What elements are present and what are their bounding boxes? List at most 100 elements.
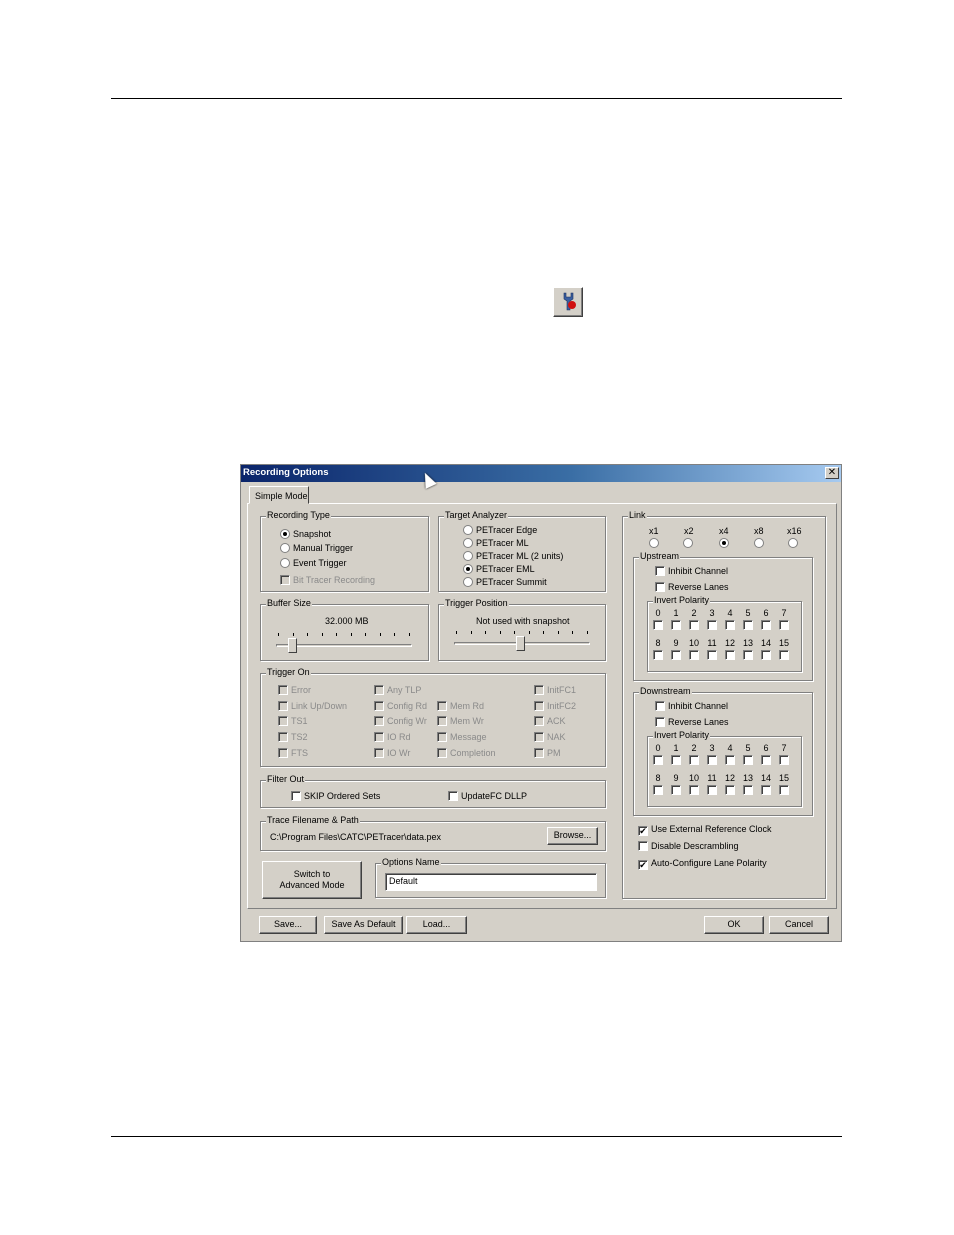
lane-number: 6 [763, 743, 769, 753]
lane-number: 8 [655, 773, 661, 783]
updatefc-dllp-checkbox[interactable]: UpdateFC DLLP [448, 791, 527, 802]
switch-advanced-mode-button[interactable]: Switch to Advanced Mode [262, 861, 362, 899]
cancel-button[interactable]: Cancel [769, 916, 829, 934]
options-name-group: Options Name Default [375, 857, 606, 898]
downstream-lane-4-checkbox[interactable] [725, 755, 735, 765]
lane-number: 10 [688, 638, 699, 648]
upstream-label: Upstream [639, 551, 681, 561]
upstream-lane-7-checkbox[interactable] [779, 620, 789, 630]
title-bar[interactable]: Recording Options ✕ [241, 465, 841, 482]
trigger-link-updown: Link Up/Down [278, 701, 347, 712]
downstream-lane-15-checkbox[interactable] [779, 785, 789, 795]
close-icon[interactable]: ✕ [825, 467, 839, 479]
downstream-lane-14-checkbox[interactable] [761, 785, 771, 795]
radio-manual-trigger[interactable]: Manual Trigger [280, 543, 353, 554]
browse-button[interactable]: Browse... [547, 827, 598, 845]
slider-tick [336, 633, 337, 636]
buffer-size-slider[interactable] [287, 638, 297, 653]
slider-tick [350, 633, 352, 636]
upstream-lane-9-checkbox[interactable] [671, 650, 681, 660]
upstream-inhibit-checkbox[interactable]: Inhibit Channel [655, 566, 728, 577]
upstream-lane-10-checkbox[interactable] [689, 650, 699, 660]
trigger-mem-rd: Mem Rd [437, 701, 484, 712]
options-name-input[interactable]: Default [385, 873, 597, 891]
ext-ref-clock-checkbox[interactable]: ✔ Use External Reference Clock [638, 824, 772, 836]
lane-number: 11 [707, 773, 717, 783]
downstream-lane-0-checkbox[interactable] [653, 755, 663, 765]
slider-tick [456, 631, 457, 634]
downstream-inhibit-checkbox[interactable]: Inhibit Channel [655, 701, 728, 712]
upstream-lane-2-checkbox[interactable] [689, 620, 699, 630]
radio-indicator[interactable] [280, 558, 290, 568]
radio-link-x1[interactable] [649, 538, 659, 548]
slider-tick [292, 633, 294, 636]
radio-petracer-summit[interactable]: PETracer Summit [463, 577, 547, 588]
radio-link-x16[interactable] [788, 538, 798, 548]
ok-button[interactable]: OK [704, 916, 764, 934]
upstream-lane-15-checkbox[interactable] [779, 650, 789, 660]
trigger-position-note: Not used with snapshot [476, 616, 570, 626]
radio-event-trigger[interactable]: Event Trigger [280, 558, 347, 569]
radio-indicator[interactable] [280, 543, 290, 553]
radio-petracer-ml-2[interactable]: PETracer ML (2 units) [463, 551, 563, 562]
lane-number: 2 [691, 743, 697, 753]
upstream-lane-1-checkbox[interactable] [671, 620, 681, 630]
lane-number: 4 [727, 743, 733, 753]
downstream-lane-2-checkbox[interactable] [689, 755, 699, 765]
target-analyzer-label: Target Analyzer [444, 510, 509, 520]
radio-petracer-ml[interactable]: PETracer ML [463, 538, 529, 549]
lane-number: 12 [724, 773, 735, 783]
tab-simple-mode[interactable]: Simple Mode [249, 486, 309, 504]
slider-tick [543, 631, 544, 634]
upstream-reverse-checkbox[interactable]: Reverse Lanes [655, 582, 729, 593]
disable-descrambling-checkbox[interactable]: Disable Descrambling [638, 841, 739, 852]
upstream-lane-11-checkbox[interactable] [707, 650, 717, 660]
downstream-lane-3-checkbox[interactable] [707, 755, 717, 765]
radio-link-x4[interactable] [719, 538, 729, 548]
link-group: Link x1 x2 x4 x8 x16 Upstream Inhibit Ch… [622, 510, 826, 899]
downstream-reverse-checkbox[interactable]: Reverse Lanes [655, 717, 729, 728]
downstream-lane-13-checkbox[interactable] [743, 785, 753, 795]
upstream-lane-8-checkbox[interactable] [653, 650, 663, 660]
downstream-lane-9-checkbox[interactable] [671, 785, 681, 795]
upstream-lane-14-checkbox[interactable] [761, 650, 771, 660]
downstream-lane-8-checkbox[interactable] [653, 785, 663, 795]
radio-petracer-edge[interactable]: PETracer Edge [463, 525, 537, 536]
load-button[interactable]: Load... [406, 916, 467, 934]
upstream-lane-6-checkbox[interactable] [761, 620, 771, 630]
upstream-lane-12-checkbox[interactable] [725, 650, 735, 660]
recording-type-group: Recording Type Snapshot Manual Trigger E… [260, 510, 429, 592]
upstream-lane-4-checkbox[interactable] [725, 620, 735, 630]
slider-tick [321, 633, 323, 636]
downstream-lane-11-checkbox[interactable] [707, 785, 717, 795]
radio-snapshot[interactable]: Snapshot [280, 529, 331, 540]
slider-tick [514, 631, 515, 634]
link-x4-label: x4 [719, 526, 729, 536]
save-button[interactable]: Save... [259, 916, 317, 934]
downstream-lane-1-checkbox[interactable] [671, 755, 681, 765]
downstream-lane-10-checkbox[interactable] [689, 785, 699, 795]
trigger-io-wr: IO Wr [374, 748, 410, 759]
trigger-io-rd: IO Rd [374, 732, 411, 743]
radio-link-x8[interactable] [754, 538, 764, 548]
recording-options-icon[interactable] [553, 287, 583, 317]
downstream-lane-6-checkbox[interactable] [761, 755, 771, 765]
downstream-lane-7-checkbox[interactable] [779, 755, 789, 765]
upstream-lane-13-checkbox[interactable] [743, 650, 753, 660]
upstream-lane-3-checkbox[interactable] [707, 620, 717, 630]
downstream-lane-5-checkbox[interactable] [743, 755, 753, 765]
upstream-group: Upstream Inhibit Channel Reverse Lanes I… [633, 551, 813, 681]
radio-indicator[interactable] [280, 529, 290, 539]
skip-ordered-sets-checkbox[interactable]: SKIP Ordered Sets [291, 791, 380, 802]
downstream-lane-12-checkbox[interactable] [725, 785, 735, 795]
lane-number: 9 [673, 773, 679, 783]
trigger-position-slider[interactable] [516, 636, 525, 651]
save-as-default-button[interactable]: Save As Default [324, 916, 403, 934]
upstream-lane-0-checkbox[interactable] [653, 620, 663, 630]
upstream-lane-5-checkbox[interactable] [743, 620, 753, 630]
downstream-label: Downstream [639, 686, 692, 696]
auto-configure-polarity-checkbox[interactable]: ✔ Auto-Configure Lane Polarity [638, 858, 767, 870]
trigger-ack: ACK [534, 716, 566, 727]
radio-link-x2[interactable] [683, 538, 693, 548]
radio-petracer-eml[interactable]: PETracer EML [463, 564, 535, 575]
